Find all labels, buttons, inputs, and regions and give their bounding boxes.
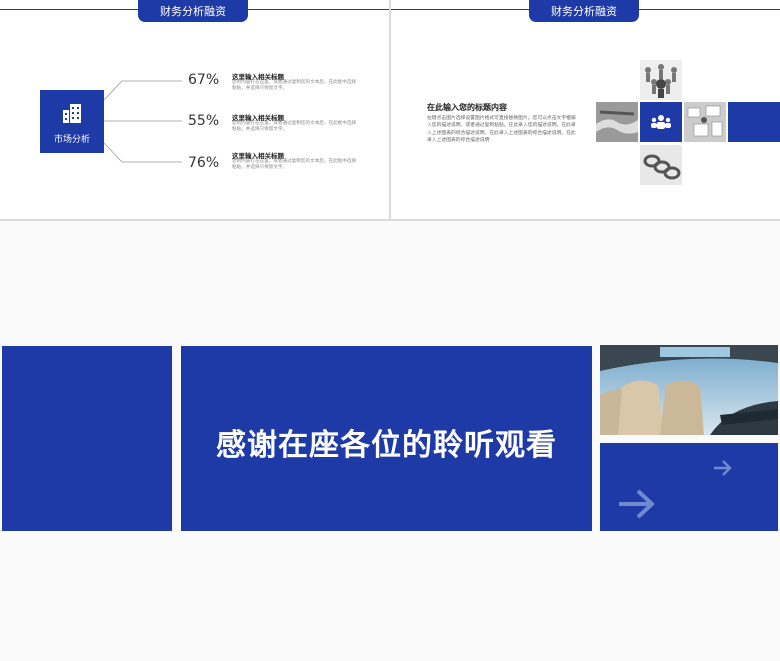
photo-people-circle — [640, 60, 682, 100]
blue-panel-bottom-right — [600, 443, 778, 531]
market-analysis-label: 市场分析 — [53, 135, 90, 145]
team-icon-box — [640, 102, 682, 142]
slide2-title: 在此输入您的标题内容 — [427, 103, 507, 112]
car-interior-photo — [600, 345, 778, 435]
arrow-right-icon — [619, 489, 655, 519]
market-analysis-box: 市场分析 — [40, 90, 104, 153]
item-desc-1: 您的内容打在这里，或者通过复制您的文本后，在此框中选择粘贴，并选择只保留文字。 — [232, 80, 357, 91]
arrow-right-icon — [714, 460, 732, 476]
photo-chain — [640, 145, 682, 185]
slide2-desc: 右键点击图片选择设置图片格式可直接替换图片。您可以点击文字框输入您的描述说明，或… — [427, 116, 576, 144]
item-desc-3: 您的内容打在这里，或者通过复制您的文本后，在此框中选择粘贴，并选择只保留文字。 — [232, 159, 357, 170]
slide-market-analysis[interactable]: 财务分析融资 市场分析 67% 这里输入相关标题 您的内容打在这里，或者通过复制… — [0, 0, 389, 219]
percent-1: 67% — [188, 72, 220, 88]
percent-3: 76% — [188, 155, 220, 171]
blue-block-right — [728, 102, 780, 142]
buildings-icon — [63, 104, 81, 123]
blue-panel-main: 感谢在座各位的聆听观看 — [181, 346, 592, 531]
thanks-text: 感谢在座各位的聆听观看 — [216, 428, 557, 463]
item-desc-2: 您的内容打在这里，或者通过复制您的文本后，在此框中选择粘贴，并选择只保留文字。 — [232, 121, 357, 132]
blue-panel-left — [2, 346, 172, 531]
team-icon — [651, 115, 671, 129]
percent-2: 55% — [188, 113, 220, 129]
photo-meeting — [684, 102, 726, 142]
header-tab: 财务分析融资 — [529, 0, 639, 22]
photo-handshake — [596, 102, 638, 142]
slide-thanks[interactable]: 感谢在座各位的聆听观看 — [0, 221, 780, 661]
